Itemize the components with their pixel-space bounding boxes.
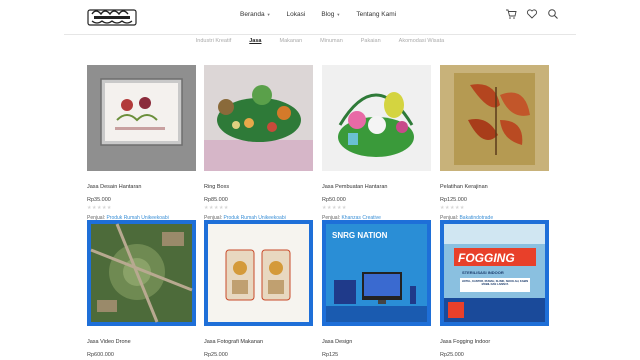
nav-label: Lokasi [286, 11, 306, 18]
image-text-fogging-list-box: HOTEL, KANTOR, RUMAH, KLINIK, SEKOLAH, K… [461, 279, 529, 286]
product-title[interactable]: Jasa Desain Hantaran [87, 184, 196, 190]
product-title[interactable]: Ring Boxs [204, 184, 313, 190]
rating-stars: ★★★★★ [322, 205, 347, 211]
tab-makanan[interactable]: Makanan [280, 38, 303, 48]
product-image[interactable] [440, 65, 549, 171]
product-card: Jasa Desain Hantaran Rp35.000 ★★★★★ Penj… [87, 65, 196, 221]
image-text-nation: SNRG NATION [332, 231, 388, 240]
product-image[interactable] [204, 65, 313, 171]
tab-minuman[interactable]: Minuman [320, 38, 343, 48]
tab-pakaian[interactable]: Pakaian [361, 38, 381, 48]
nav-item-blog[interactable]: Blog ▼ [321, 11, 340, 18]
chevron-down-icon: ▼ [266, 12, 271, 17]
product-price: Rp50.000 [322, 197, 346, 203]
product-price: Rp125 [322, 352, 339, 358]
nav-item-tentang-kami[interactable]: Tentang Kami [356, 11, 396, 18]
product-card: Jasa Pembuatan Hantaran Rp50.000 ★★★★★ P… [322, 65, 431, 221]
product-price: Rp125.000 [440, 197, 467, 203]
product-title[interactable]: Jasa Fogging Indoor [440, 339, 549, 345]
nav-item-lokasi[interactable]: Lokasi [287, 11, 306, 18]
rating-stars: ★★★★★ [204, 205, 229, 211]
category-tabs: Industri Kreatif Jasa Makanan Minuman Pa… [0, 38, 640, 48]
product-card: Pelatihan Kerajinan Rp125.000 ★★★★★ Penj… [440, 65, 549, 221]
product-price: Rp600.000 [87, 352, 114, 358]
chevron-down-icon: ▼ [336, 12, 341, 17]
cart-icon[interactable] [505, 8, 517, 20]
product-price: Rp35.000 [87, 197, 111, 203]
product-image[interactable] [204, 220, 313, 326]
product-image[interactable] [87, 220, 196, 326]
product-image[interactable]: SNRG NATION [322, 220, 431, 326]
rating-stars: ★★★★★ [87, 205, 112, 211]
header-divider [64, 34, 576, 35]
product-card: FOGGING STERILISASI INDOOR HOTEL, KANTOR… [440, 220, 549, 358]
nav-label: Beranda [240, 11, 265, 18]
nav-item-beranda[interactable]: Beranda ▼ [240, 11, 271, 18]
nav-label: Tentang Kami [356, 11, 397, 18]
search-icon[interactable] [547, 8, 559, 20]
rating-stars: ★★★★★ [440, 205, 465, 211]
product-price: Rp25.000 [440, 352, 464, 358]
product-title[interactable]: Jasa Pembuatan Hantaran [322, 184, 431, 190]
product-image[interactable]: FOGGING STERILISASI INDOOR HOTEL, KANTOR… [440, 220, 549, 326]
product-price: Rp85.000 [204, 197, 228, 203]
product-title[interactable]: Jasa Fotografi Makanan [204, 339, 313, 345]
product-title[interactable]: Pelatihan Kerajinan [440, 184, 549, 190]
product-price: Rp25.000 [204, 352, 228, 358]
tab-jasa[interactable]: Jasa [249, 38, 261, 48]
product-image[interactable] [87, 65, 196, 171]
product-card: Jasa Fotografi Makanan Rp25.000 [204, 220, 313, 358]
site-header: Beranda ▼ Lokasi Blog ▼ Tentang Kami [0, 0, 640, 34]
product-card: SNRG NATION Jasa Design Rp125 [322, 220, 431, 358]
nav-label: Blog [321, 11, 335, 18]
tab-industri-kreatif[interactable]: Industri Kreatif [196, 38, 231, 48]
product-card: Ring Boxs Rp85.000 ★★★★★ Penjual: Produk… [204, 65, 313, 221]
tab-akomodasi-wisata[interactable]: Akomodasi Wisata [399, 38, 445, 48]
product-image[interactable] [322, 65, 431, 171]
header-icons [505, 8, 559, 20]
site-logo[interactable] [86, 4, 138, 32]
heart-icon[interactable] [526, 8, 538, 20]
product-title[interactable]: Jasa Video Drone [87, 339, 196, 345]
image-text-fogging-list: HOTEL, KANTOR, RUMAH, KLINIK, SEKOLAH, K… [461, 279, 529, 286]
main-nav: Beranda ▼ Lokasi Blog ▼ Tentang Kami [240, 11, 412, 18]
product-card: Jasa Video Drone Rp600.000 [87, 220, 196, 358]
product-title[interactable]: Jasa Design [322, 339, 431, 345]
image-text-fogging-sub: STERILISASI INDOOR [462, 270, 504, 275]
image-text-fogging: FOGGING [458, 251, 515, 265]
